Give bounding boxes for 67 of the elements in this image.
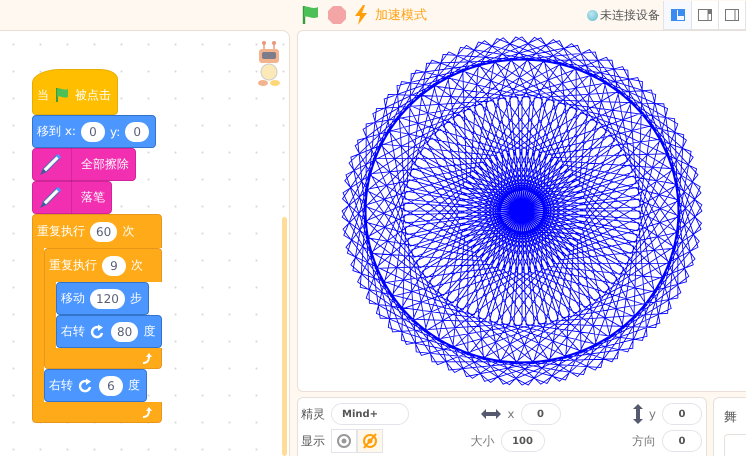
- code-block[interactable]: 全部擦除: [32, 148, 136, 181]
- code-block[interactable]: 落笔: [32, 181, 112, 214]
- stage-panel-title: 舞: [724, 409, 738, 426]
- code-block[interactable]: 右转 6 度: [44, 369, 147, 402]
- block-label: 次: [131, 257, 143, 274]
- size-label: 大小: [470, 432, 494, 450]
- code-block[interactable]: 移动 120 步: [56, 282, 149, 315]
- direction-field[interactable]: 0: [662, 430, 702, 452]
- layout-button[interactable]: [664, 0, 691, 28]
- block-label: 重复执行: [37, 223, 85, 240]
- eye-icon: [336, 433, 352, 449]
- crossed-eye-icon: [362, 433, 378, 449]
- show-button[interactable]: [331, 429, 357, 453]
- direction-label: 方向: [632, 432, 656, 450]
- device-status: 未连接设备: [600, 6, 660, 24]
- number-input[interactable]: 0: [80, 122, 105, 142]
- number-input[interactable]: 9: [102, 256, 126, 276]
- block-label: y:: [110, 124, 120, 138]
- hide-button[interactable]: [357, 429, 383, 453]
- repeat-block[interactable]: 重复执行 9 次 移动 120 步 右转 80 度: [44, 248, 162, 369]
- repeat-block[interactable]: 重复执行 60 次 重复执行 9 次 移动 120 步 右转 80 度 右转 6 度: [32, 214, 162, 423]
- block-label: 步: [130, 290, 142, 307]
- block-label: 落笔: [81, 189, 105, 206]
- layout-icon: [698, 8, 712, 20]
- block-label: 重复执行: [49, 257, 97, 274]
- layout-icon: [670, 8, 684, 20]
- block-label: 移到 x:: [37, 123, 76, 140]
- number-input[interactable]: 60: [90, 222, 118, 242]
- flag-icon[interactable]: [300, 5, 320, 25]
- pen-icon: [37, 152, 63, 178]
- status-dot-icon: [587, 10, 598, 20]
- lightning-icon[interactable]: [354, 5, 368, 25]
- code-block[interactable]: 右转 80 度: [56, 315, 162, 348]
- x-label: x: [507, 407, 514, 421]
- vertical-arrow-icon: [632, 404, 643, 424]
- block-label: 度: [143, 323, 156, 340]
- block-label: 度: [128, 377, 140, 394]
- rotate-right-icon: [78, 378, 94, 394]
- loop-arrow-icon: [141, 406, 154, 418]
- block-label: 次: [122, 223, 134, 240]
- number-input[interactable]: 80: [111, 322, 138, 342]
- horizontal-arrow-icon: [481, 409, 502, 419]
- show-label: 显示: [301, 432, 325, 450]
- number-input[interactable]: 120: [90, 288, 125, 308]
- y-label: y: [648, 407, 656, 421]
- block-label: 全部擦除: [81, 156, 129, 173]
- number-input[interactable]: 6: [99, 376, 123, 396]
- block-label: 右转: [61, 323, 85, 340]
- robot-drawing: [256, 41, 282, 87]
- layout-icon: [725, 8, 739, 20]
- flag-icon: [54, 87, 70, 103]
- number-input[interactable]: 0: [125, 122, 150, 142]
- sprite-name-field[interactable]: Mind+: [331, 403, 409, 425]
- stop-icon[interactable]: [327, 5, 347, 25]
- pen-icon: [37, 184, 63, 210]
- loop-arrow-icon: [141, 352, 154, 364]
- block-label: 被点击: [75, 86, 111, 104]
- size-field[interactable]: 100: [500, 430, 544, 452]
- y-field[interactable]: 0: [662, 403, 702, 425]
- block-label: 右转: [49, 377, 73, 394]
- sprite-label: 精灵: [301, 406, 325, 422]
- block-label: 当: [37, 86, 49, 104]
- rotate-right-icon: [90, 324, 106, 340]
- code-block[interactable]: 移到 x: 0 y: 0: [32, 115, 156, 148]
- block-label: 移动: [61, 290, 85, 307]
- x-field[interactable]: 0: [520, 403, 560, 425]
- scrollbar[interactable]: [282, 217, 287, 456]
